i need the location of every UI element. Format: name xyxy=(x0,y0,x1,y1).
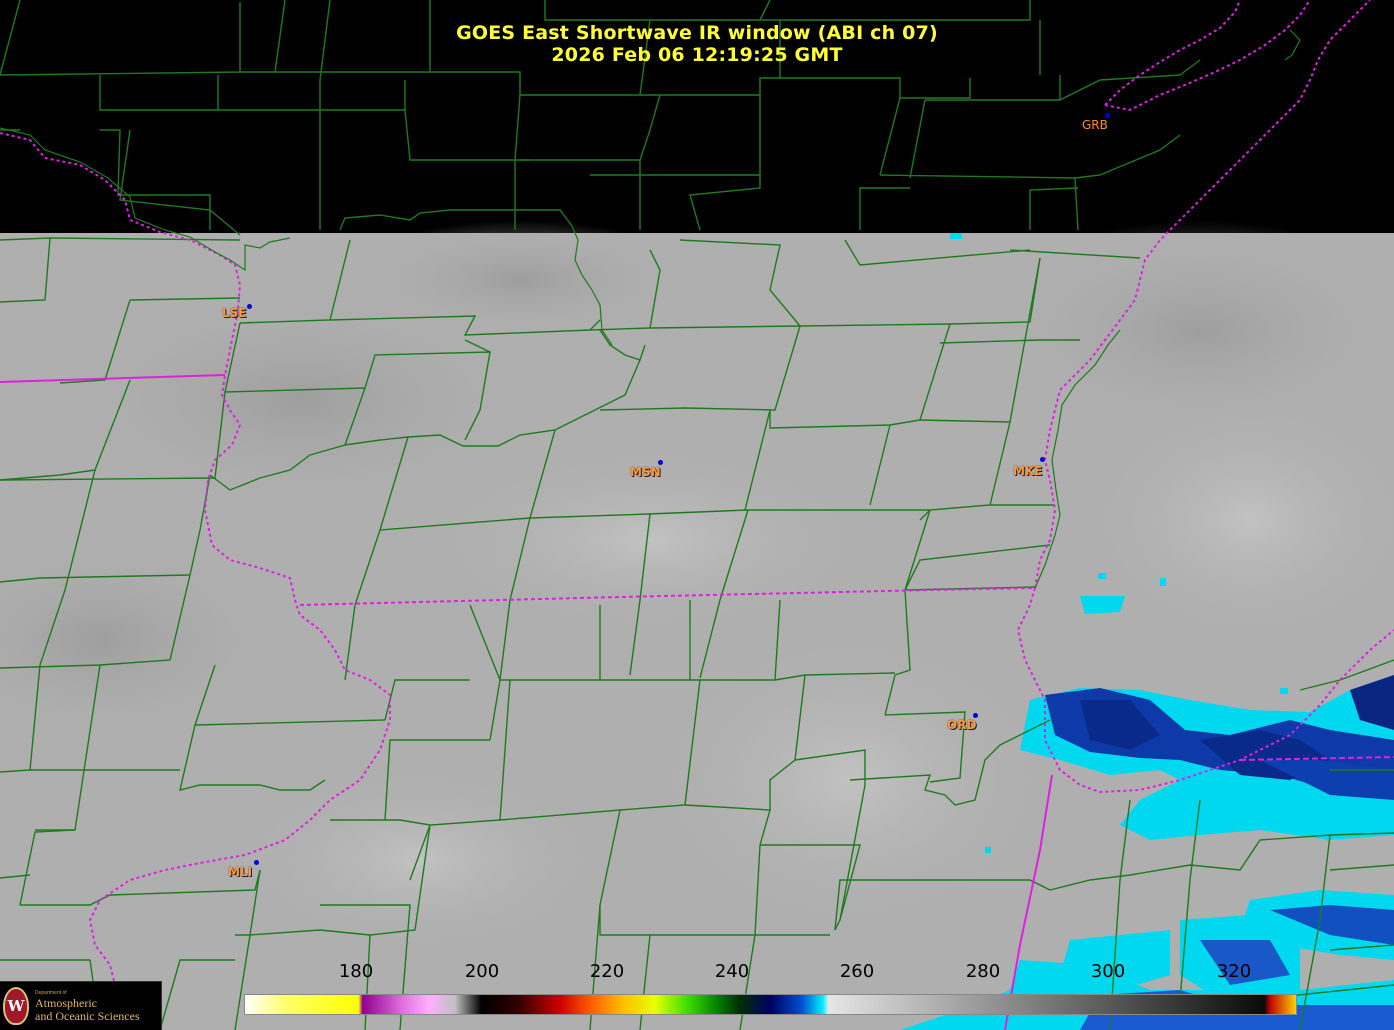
city-label-mli: MLI xyxy=(228,865,253,879)
logo-line-2: and Oceanic Sciences xyxy=(35,1009,140,1023)
aos-logo: W Department of Atmospheric and Oceanic … xyxy=(0,981,162,1030)
city-label-lse: LSE xyxy=(222,306,247,320)
city-label-msn: MSN xyxy=(630,465,661,479)
image-title: GOES East Shortwave IR window (ABI ch 07… xyxy=(456,22,938,44)
colorbar-tick: 300 xyxy=(1090,961,1126,982)
colorbar-tick: 280 xyxy=(965,961,1001,982)
city-marker-mli xyxy=(254,860,259,865)
city-label-ord: ORD xyxy=(947,718,977,732)
city-marker-lse xyxy=(247,304,252,309)
colorbar-tick: 200 xyxy=(464,961,500,982)
satellite-map xyxy=(0,0,1394,1030)
colorbar-tick: 180 xyxy=(338,961,374,982)
colorbar-tick: 220 xyxy=(589,961,625,982)
colorbar-tick: 320 xyxy=(1216,961,1252,982)
temperature-colorbar xyxy=(244,994,1297,1015)
colorbar-tick: 240 xyxy=(714,961,750,982)
image-timestamp: 2026 Feb 06 12:19:25 GMT xyxy=(551,44,843,66)
uw-seal-icon: W xyxy=(3,987,29,1025)
city-label-mke: MKE xyxy=(1013,464,1043,478)
city-label-grb: GRB xyxy=(1082,118,1108,132)
satellite-viewer: GOES East Shortwave IR window (ABI ch 07… xyxy=(0,0,1394,1030)
city-marker-mke xyxy=(1040,457,1045,462)
colorbar-tick: 260 xyxy=(839,961,875,982)
logo-text: Atmospheric and Oceanic Sciences xyxy=(35,997,140,1023)
